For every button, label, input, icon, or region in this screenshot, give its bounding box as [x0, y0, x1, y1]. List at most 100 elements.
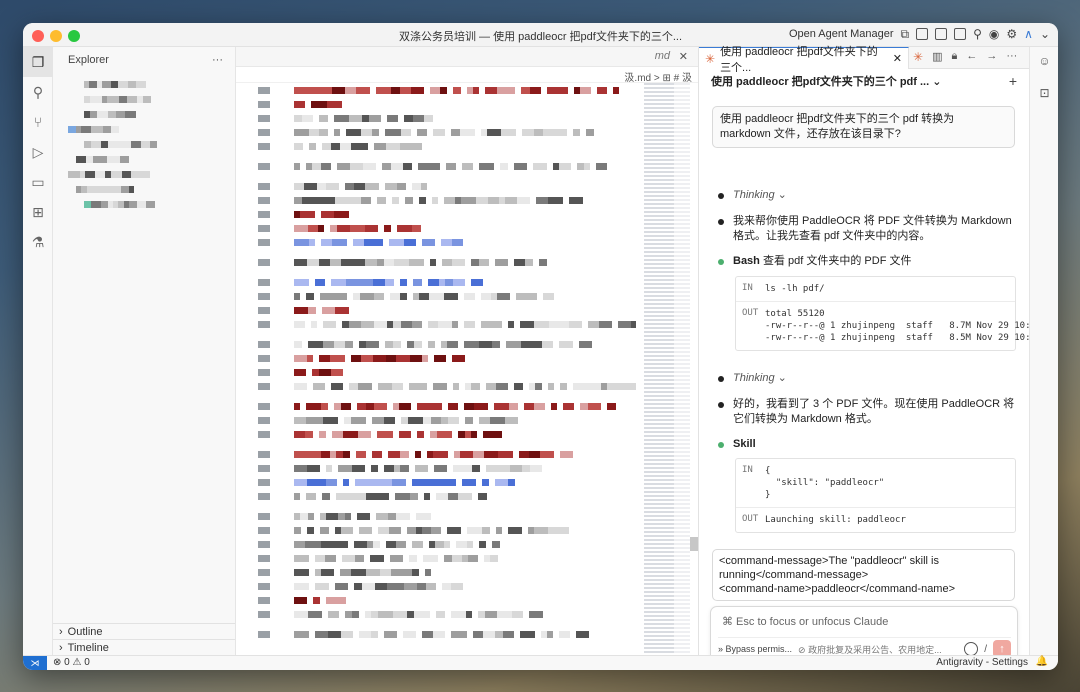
chevron-right-icon: › — [59, 625, 63, 638]
file-tree-item[interactable] — [84, 96, 235, 103]
skill-output: Launching skill: paddleocr — [765, 515, 906, 525]
thinking-step-2[interactable]: Thinking ⌄ — [718, 371, 1016, 386]
claude-spark-icon[interactable]: ✳ — [913, 50, 923, 64]
minimap[interactable] — [644, 83, 690, 655]
editor-line — [258, 129, 594, 138]
editor-content-blurred[interactable] — [236, 83, 636, 655]
new-chat-button[interactable]: + — [1009, 73, 1017, 89]
chrome-icon[interactable]: ◉ — [989, 26, 999, 42]
permission-mode-button[interactable]: » Bypass permis... — [718, 644, 792, 654]
file-tree[interactable] — [53, 81, 235, 208]
skill-step[interactable]: Skill — [718, 437, 1016, 452]
explorer-header: Explorer ··· — [53, 47, 235, 73]
toggle-secondary-sidebar-icon[interactable] — [954, 28, 967, 40]
agent-robot-icon[interactable]: ☺ — [1030, 47, 1058, 75]
explorer-icon[interactable]: ❐ — [23, 47, 53, 77]
editor-line — [258, 451, 573, 460]
breadcrumb-path: 汲.md > ⊞ # 汲 — [624, 73, 692, 84]
file-tree-item[interactable] — [84, 81, 235, 88]
settings-status[interactable]: Antigravity - Settings — [936, 657, 1028, 668]
antigravity-logo-icon[interactable]: ∧ — [1024, 26, 1033, 42]
editor-line — [258, 279, 489, 288]
step-dot — [718, 219, 724, 225]
file-tree-item[interactable] — [76, 156, 235, 163]
editor-tab-label[interactable]: md — [655, 50, 670, 62]
terminal-icon[interactable]: ⊡ — [1030, 79, 1058, 107]
chat-input-placeholder[interactable]: ⌘ Esc to focus or unfocus Claude — [722, 615, 888, 628]
assistant-reply-1: 我来帮你使用 PaddleOCR 将 PDF 文件转换为 Markdown 格式… — [718, 214, 1016, 244]
status-bar: ⋊ ⊗ 0 ⚠ 0 Antigravity - Settings 🔔 — [23, 655, 1058, 670]
run-debug-icon[interactable]: ▷ — [23, 137, 53, 167]
slash-commands-button[interactable]: / — [984, 644, 987, 655]
step-dot — [718, 402, 724, 408]
explorer-sidebar: Explorer ··· › Outline › Timeline — [53, 47, 236, 655]
skill-input: { "skill": "paddleocr" } — [765, 466, 885, 500]
more-actions-icon[interactable]: ··· — [1006, 50, 1017, 64]
bash-step[interactable]: Bash 查看 pdf 文件夹中的 PDF 文件 — [718, 254, 1016, 269]
search-icon[interactable]: ⚲ — [973, 26, 982, 42]
chat-tab-title: 使用 paddleocr 把pdf文件夹下的三个... — [720, 45, 878, 74]
forward-arrow-icon[interactable]: → — [986, 50, 997, 64]
editor-line — [258, 431, 502, 440]
close-tab-icon[interactable]: ✕ — [679, 50, 688, 63]
file-tree-item[interactable] — [84, 201, 235, 208]
file-tree-item[interactable] — [68, 171, 235, 178]
history-clock-icon[interactable] — [964, 642, 979, 656]
toggle-panel-icon[interactable] — [935, 28, 948, 40]
outline-label: Outline — [67, 625, 103, 638]
layout-icon[interactable]: ⧉ — [901, 26, 910, 42]
close-tab-icon[interactable]: ✕ — [893, 52, 908, 65]
split-editor-icon[interactable]: ▥ — [932, 50, 942, 64]
file-tree-item[interactable] — [84, 111, 235, 118]
thinking-step-1[interactable]: Thinking ⌄ — [718, 188, 1016, 203]
command-message: <command-message>The "paddleocr" skill i… — [712, 549, 1015, 601]
chevron-down-icon[interactable]: ⌄ — [1040, 26, 1050, 42]
agent-manager-button[interactable]: Open Agent Manager — [789, 28, 894, 40]
breadcrumb[interactable]: 汲.md > ⊞ # 汲 — [236, 67, 698, 84]
toggle-sidebar-icon[interactable] — [916, 28, 929, 40]
editor-line — [258, 307, 349, 316]
editor-tabs: md ✕ — [236, 47, 698, 67]
timeline-section[interactable]: › Timeline — [53, 639, 235, 655]
activity-bar: ❐ ⚲ ⑂ ▷ ▭ ⊞ ⚗ — [23, 47, 53, 655]
session-selector[interactable]: 使用 paddleocr 把pdf文件夹下的三个 pdf ... ⌄ — [711, 73, 941, 89]
bash-output: total 55120 -rw-r--r--@ 1 zhujinpeng sta… — [765, 309, 1042, 343]
editor-scrollbar[interactable] — [690, 537, 698, 551]
command-message-text: <command-message>The "paddleocr" skill i… — [719, 555, 956, 595]
remote-explorer-icon[interactable]: ▭ — [23, 167, 53, 197]
editor-line — [258, 163, 613, 172]
file-tree-item[interactable] — [68, 126, 235, 133]
skill-io-box: IN { "skill": "paddleocr" } OUT Launchin… — [735, 458, 1016, 533]
source-control-icon[interactable]: ⑂ — [23, 107, 53, 137]
back-arrow-icon[interactable]: ← — [966, 50, 977, 64]
notifications-bell-icon[interactable]: 🔔 — [1036, 656, 1048, 667]
editor-line — [258, 197, 583, 206]
file-tree-item[interactable] — [84, 141, 235, 148]
editor-line — [258, 569, 437, 578]
reply-text: 好的，我看到了 3 个 PDF 文件。现在使用 PaddleOCR 将它们转换为… — [733, 398, 1015, 425]
search-icon[interactable]: ⚲ — [23, 77, 53, 107]
editor-line — [258, 555, 504, 564]
extensions-icon[interactable]: ⊞ — [23, 197, 53, 227]
explorer-more-button[interactable]: ··· — [212, 54, 223, 66]
editor-line — [258, 321, 636, 330]
settings-gear-icon[interactable]: ⚙ — [1006, 26, 1017, 42]
problems-indicator[interactable]: ⊗ 0 ⚠ 0 — [53, 657, 90, 668]
outline-section[interactable]: › Outline — [53, 623, 235, 639]
lock-icon[interactable]: 🔒︎ — [951, 50, 957, 64]
editor-line — [258, 115, 439, 124]
skill-label: Skill — [733, 438, 756, 450]
step-dot-success — [718, 442, 724, 448]
user-message: 使用 paddleocr 把pdf文件夹下的三个 pdf 转换为 markdow… — [712, 106, 1015, 148]
file-tree-item[interactable] — [76, 186, 235, 193]
sidebar-bottom-sections: › Outline › Timeline — [53, 623, 235, 655]
context-file-chip[interactable]: ⊘ 政府批复及采用公告、农用地定... — [798, 643, 958, 656]
editor-line — [258, 583, 463, 592]
chat-tab-active[interactable]: ✳ 使用 paddleocr 把pdf文件夹下的三个... ✕ — [699, 46, 909, 74]
editor-area[interactable]: md ✕ 汲.md > ⊞ # 汲 — [236, 47, 698, 655]
testing-flask-icon[interactable]: ⚗ — [23, 227, 53, 257]
title-bar: 双涤公务员培训 — 使用 paddleocr 把pdf文件夹下的三个... Op… — [23, 23, 1058, 47]
remote-indicator[interactable]: ⋊ — [23, 656, 47, 670]
io-out-tag: OUT — [742, 514, 759, 524]
reply-text: 我来帮你使用 PaddleOCR 将 PDF 文件转换为 Markdown 格式… — [733, 215, 1012, 242]
